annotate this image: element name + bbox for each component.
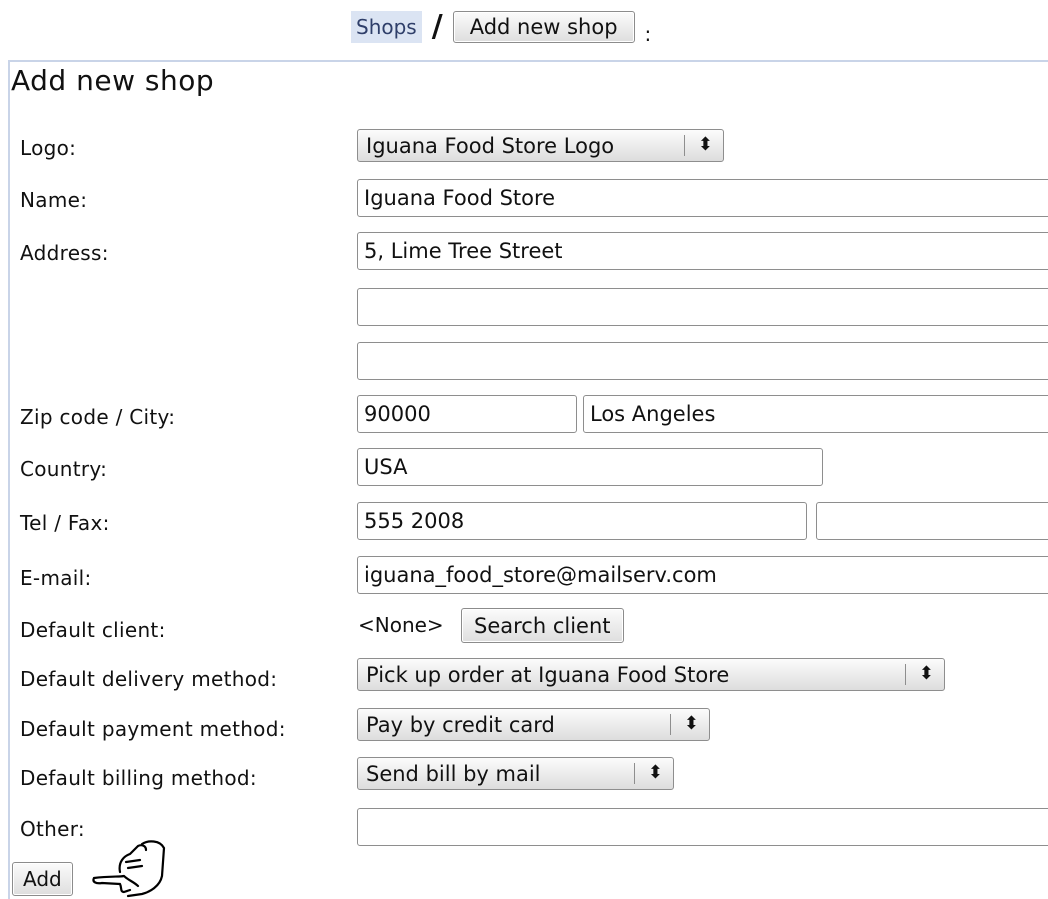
logo-label: Logo: <box>20 136 77 160</box>
country-input[interactable] <box>357 448 823 486</box>
address-label: Address: <box>20 241 109 265</box>
zip-city-label: Zip code / City: <box>20 405 176 429</box>
city-input[interactable] <box>583 395 1048 433</box>
tel-fax-label: Tel / Fax: <box>20 511 110 535</box>
updown-arrows-icon: ⬍ <box>683 713 699 734</box>
billing-method-value: Send bill by mail <box>366 761 541 786</box>
updown-arrows-icon: ⬍ <box>647 762 663 783</box>
payment-method-value: Pay by credit card <box>366 712 555 737</box>
name-label: Name: <box>20 188 88 212</box>
add-button[interactable]: Add <box>12 862 73 896</box>
payment-method-select[interactable]: Pay by credit card ⬍ <box>357 708 710 741</box>
updown-arrows-icon: ⬍ <box>918 663 934 684</box>
logo-select-value: Iguana Food Store Logo <box>366 133 615 158</box>
other-input[interactable] <box>357 808 1048 846</box>
zip-input[interactable] <box>357 395 577 433</box>
select-divider <box>684 135 685 156</box>
address-line2-input[interactable] <box>357 288 1048 326</box>
panel-title: Add new shop <box>11 64 215 97</box>
add-new-shop-button[interactable]: Add new shop <box>452 11 635 43</box>
delivery-method-select[interactable]: Pick up order at Iguana Food Store ⬍ <box>357 658 945 691</box>
name-input[interactable] <box>357 179 1048 217</box>
address-line3-input[interactable] <box>357 342 1048 380</box>
breadcrumb: Shops / Add new shop : <box>351 8 651 46</box>
billing-method-select[interactable]: Send bill by mail ⬍ <box>357 757 674 790</box>
select-divider <box>634 763 635 784</box>
other-label: Other: <box>20 817 85 841</box>
breadcrumb-separator: / <box>431 9 443 44</box>
fax-input[interactable] <box>816 502 1048 540</box>
logo-select[interactable]: Iguana Food Store Logo ⬍ <box>357 129 724 162</box>
default-client-label: Default client: <box>20 618 166 642</box>
delivery-method-value: Pick up order at Iguana Food Store <box>366 662 730 687</box>
country-label: Country: <box>20 457 108 481</box>
hand-pointer-icon <box>92 840 166 898</box>
address-line1-input[interactable] <box>357 232 1048 270</box>
payment-method-label: Default payment method: <box>20 717 286 741</box>
billing-method-label: Default billing method: <box>20 766 257 790</box>
tel-input[interactable] <box>357 502 807 540</box>
email-input[interactable] <box>357 556 1048 594</box>
search-client-button[interactable]: Search client <box>461 608 624 643</box>
email-label: E-mail: <box>20 566 92 590</box>
default-client-value: <None> <box>358 613 444 637</box>
updown-arrows-icon: ⬍ <box>697 134 713 155</box>
breadcrumb-shops-link[interactable]: Shops <box>351 11 422 43</box>
delivery-method-label: Default delivery method: <box>20 667 278 691</box>
select-divider <box>670 714 671 735</box>
select-divider <box>905 664 906 685</box>
breadcrumb-end: : <box>644 22 652 46</box>
